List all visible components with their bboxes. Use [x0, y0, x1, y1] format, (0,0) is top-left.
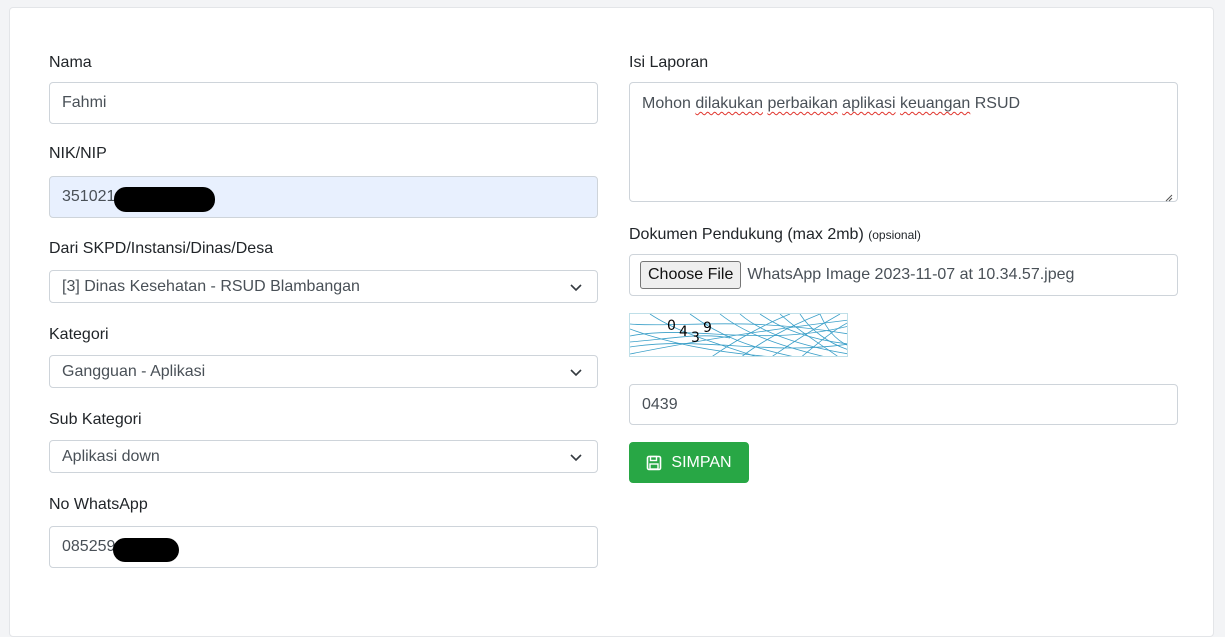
kategori-label: Kategori	[49, 326, 109, 343]
save-button-label: SIMPAN	[671, 453, 732, 471]
sub-kategori-select[interactable]: Aplikasi down	[49, 440, 598, 473]
nik-label: NIK/NIP	[49, 145, 107, 162]
dokumen-label-note: (opsional)	[868, 228, 921, 242]
misspelled-word: perbaikan	[767, 95, 838, 112]
nama-input[interactable]: Fahmi	[49, 82, 598, 124]
kategori-select[interactable]: Gangguan - Aplikasi	[49, 355, 598, 388]
captcha-char: 9	[703, 320, 712, 336]
nik-redaction	[114, 187, 215, 212]
isi-laporan-label: Isi Laporan	[629, 54, 709, 71]
sub-kategori-value: Aplikasi down	[62, 447, 160, 465]
dokumen-label: Dokumen Pendukung (max 2mb) (opsional)	[629, 225, 921, 245]
word: RSUD	[974, 95, 1021, 112]
captcha-char: 0	[667, 318, 676, 334]
misspelled-word: keuangan	[899, 95, 971, 112]
chevron-down-icon	[569, 280, 583, 294]
choose-file-button[interactable]: Choose File	[640, 261, 742, 289]
captcha-value: 0439	[642, 395, 678, 413]
isi-laporan-textarea[interactable]: Mohon dilakukan perbaikan aplikasi keuan…	[629, 82, 1178, 202]
captcha-input[interactable]: 0439	[629, 384, 1178, 425]
kategori-value: Gangguan - Aplikasi	[62, 362, 206, 380]
nama-label: Nama	[49, 54, 92, 71]
skpd-label: Dari SKPD/Instansi/Dinas/Desa	[49, 240, 274, 257]
captcha-image: 0 4 3 9	[629, 313, 848, 357]
file-name: WhatsApp Image 2023-11-07 at 10.34.57.jp…	[747, 266, 1075, 283]
isi-laporan-text: Mohon dilakukan perbaikan aplikasi keuan…	[642, 95, 1020, 113]
chevron-down-icon	[569, 450, 583, 464]
skpd-select[interactable]: [3] Dinas Kesehatan - RSUD Blambangan	[49, 270, 598, 303]
captcha-char: 4	[679, 324, 688, 340]
whatsapp-label: No WhatsApp	[49, 496, 148, 513]
save-icon	[646, 455, 662, 471]
dokumen-label-text: Dokumen Pendukung (max 2mb)	[629, 226, 864, 243]
misspelled-word: dilakukan	[695, 95, 763, 112]
resize-handle-icon[interactable]	[1165, 189, 1173, 202]
sub-kategori-label: Sub Kategori	[49, 411, 142, 428]
nama-value: Fahmi	[62, 94, 107, 111]
nik-value: 351021	[62, 188, 116, 205]
dokumen-file-input[interactable]: Choose File WhatsApp Image 2023-11-07 at…	[629, 254, 1178, 296]
word: Mohon	[642, 95, 691, 112]
whatsapp-redaction	[113, 538, 179, 562]
skpd-value: [3] Dinas Kesehatan - RSUD Blambangan	[62, 277, 360, 295]
captcha-char: 3	[691, 330, 700, 346]
save-button[interactable]: SIMPAN	[629, 442, 749, 483]
chevron-down-icon	[569, 365, 583, 379]
misspelled-word: aplikasi	[842, 95, 896, 112]
whatsapp-value: 085259	[62, 538, 116, 555]
